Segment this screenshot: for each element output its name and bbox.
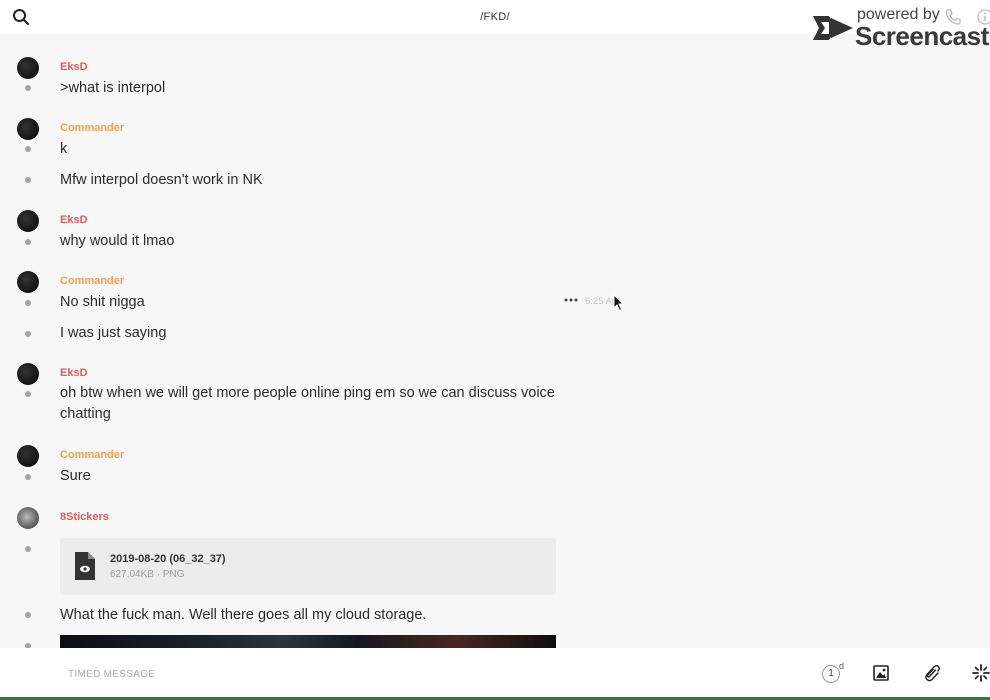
message-input[interactable] <box>60 662 760 686</box>
message-bullet <box>25 146 31 152</box>
message-bullet <box>25 331 31 337</box>
message-list: EksD >what is interpol Commander k Mfw i… <box>0 34 990 648</box>
image-attachment-preview[interactable] <box>60 635 556 648</box>
avatar[interactable] <box>17 445 39 467</box>
message-bullet <box>25 474 31 480</box>
avatar[interactable] <box>17 210 39 232</box>
message-text: >what is interpol <box>60 80 166 96</box>
message-text: oh btw when we will get more people onli… <box>60 385 555 422</box>
message-bullet <box>25 177 31 183</box>
message-text: I was just saying <box>60 325 167 341</box>
more-options-icon[interactable] <box>564 297 578 303</box>
image-upload-icon[interactable] <box>873 665 889 681</box>
avatar[interactable] <box>17 363 39 385</box>
message-text: Mfw interpol doesn't work in NK <box>60 172 263 188</box>
message-author[interactable]: Commander <box>60 449 124 461</box>
message-author[interactable]: EksD <box>60 367 88 379</box>
avatar[interactable] <box>17 271 39 293</box>
message-text: why would it lmao <box>60 233 175 249</box>
timer-value: 1 <box>822 665 840 683</box>
paperclip-icon[interactable] <box>922 663 940 683</box>
file-meta: 627.04KB · PNG <box>110 569 185 580</box>
message-text: What the fuck man. Well there goes all m… <box>60 607 427 623</box>
message-composer: 1 d <box>0 648 990 700</box>
message-author[interactable]: EksD <box>60 61 88 73</box>
message-text: No shit nigga <box>60 294 145 310</box>
message-author[interactable]: Commander <box>60 275 124 287</box>
message-bullet <box>25 300 31 306</box>
avatar[interactable] <box>17 507 39 529</box>
message-author[interactable]: Commander <box>60 122 124 134</box>
file-attachment[interactable]: 2019-08-20 (06_32_37) 627.04KB · PNG <box>60 538 556 595</box>
message-bullet <box>25 391 31 397</box>
sparkle-icon[interactable] <box>972 664 990 682</box>
file-icon <box>75 552 95 580</box>
message-bullet <box>25 546 31 552</box>
timer-unit: d <box>839 661 845 671</box>
avatar[interactable] <box>17 57 39 79</box>
mouse-cursor-icon <box>613 294 625 312</box>
message-bullet <box>25 239 31 245</box>
message-author[interactable]: EksD <box>60 214 88 226</box>
message-text: k <box>60 141 68 157</box>
file-name: 2019-08-20 (06_32_37) <box>110 553 226 565</box>
timer-button[interactable]: 1 d <box>822 661 848 686</box>
message-author[interactable]: 8Stickers <box>60 511 109 523</box>
message-text: Sure <box>60 468 91 484</box>
avatar[interactable] <box>17 118 39 140</box>
message-bullet <box>25 85 31 91</box>
message-bullet <box>25 612 31 618</box>
